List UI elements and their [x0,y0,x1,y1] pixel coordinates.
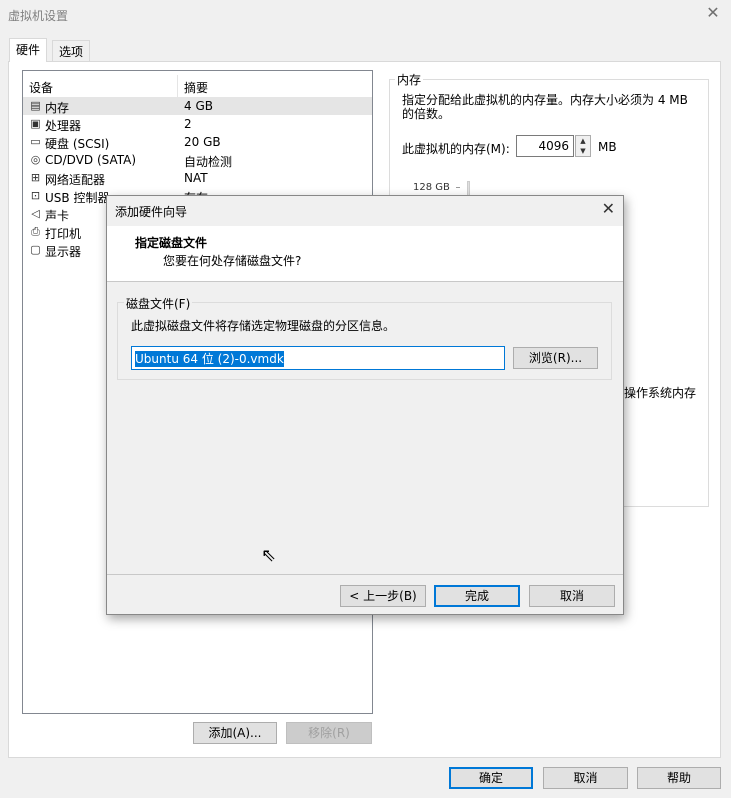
scale-tick [456,187,460,188]
device-name: 处理器 [45,119,82,133]
memory-label: 此虚拟机的内存(M): [402,142,510,156]
disk-file-value: Ubuntu 64 位 (2)-0.vmdk [135,351,284,367]
finish-button[interactable]: 完成 [434,585,520,607]
memory-legend: 内存 [395,71,424,88]
chevron-down-icon[interactable]: ▼ [576,146,590,156]
os-memory-text: 操作系统内存 [624,386,697,400]
device-summary: 20 GB [184,135,221,149]
printer-icon: ⎙ [31,225,40,238]
disk-file-legend: 磁盘文件(F) [124,295,193,312]
device-summary: 2 [184,117,192,131]
help-button[interactable]: 帮助 [637,767,721,789]
dialog-close-icon[interactable]: ✕ [602,201,615,217]
cd-icon: ◎ [30,153,41,166]
dialog-cancel-button[interactable]: 取消 [529,585,615,607]
device-row-disk[interactable]: ▭ 硬盘 (SCSI) 20 GB [23,133,372,151]
add-button[interactable]: 添加(A)... [193,722,277,744]
device-row-network[interactable]: ⊞ 网络适配器 NAT [23,169,372,187]
device-name: 声卡 [45,209,70,223]
device-name: CD/DVD (SATA) [45,153,137,167]
usb-icon: ⊡ [30,189,41,202]
column-summary[interactable]: 摘要 [184,79,208,96]
cpu-icon: ▣ [30,117,41,130]
device-row-cd[interactable]: ◎ CD/DVD (SATA) 自动检测 [23,151,372,169]
column-device[interactable]: 设备 [29,79,53,96]
dialog-heading: 指定磁盘文件 [135,236,208,250]
device-summary: NAT [184,171,208,185]
device-row-memory[interactable]: ▤ 内存 4 GB [23,97,372,115]
device-row-cpu[interactable]: ▣ 处理器 2 [23,115,372,133]
network-icon: ⊞ [30,171,41,184]
tab-options[interactable]: 选项 [52,40,91,61]
device-list-header: 设备 摘要 [23,75,372,97]
device-name: 打印机 [45,227,82,241]
window-title: 虚拟机设置 [8,9,69,23]
memory-spinner[interactable]: ▲ ▼ [575,135,591,157]
disk-icon: ▭ [30,135,41,148]
device-summary: 自动检测 [184,155,233,169]
add-hardware-dialog: 添加硬件向导 ✕ 指定磁盘文件 您要在何处存储磁盘文件? 磁盘文件(F) 此虚拟… [106,195,624,615]
memory-input[interactable]: 4096 [516,135,574,157]
mouse-cursor-icon: ⇖ [261,545,277,566]
tab-hardware[interactable]: 硬件 [9,38,48,62]
sound-icon: ◁ [31,207,40,220]
device-summary: 4 GB [184,99,213,113]
device-name: USB 控制器 [45,191,110,205]
device-name: 硬盘 (SCSI) [45,137,110,151]
cancel-button[interactable]: 取消 [543,767,628,789]
disk-file-description: 此虚拟磁盘文件将存储选定物理磁盘的分区信息。 [131,319,396,333]
memory-scale-top: 128 GB [413,182,450,193]
device-name: 内存 [45,101,70,115]
dialog-subheading: 您要在何处存储磁盘文件? [163,254,302,268]
remove-button[interactable]: 移除(R) [286,722,372,744]
dialog-header: 指定磁盘文件 您要在何处存储磁盘文件? [107,226,623,282]
device-name: 显示器 [45,245,82,259]
disk-file-input[interactable]: Ubuntu 64 位 (2)-0.vmdk [131,346,505,370]
back-button[interactable]: < 上一步(B) [340,585,426,607]
display-icon: ▢ [30,243,41,256]
browse-button[interactable]: 浏览(R)... [513,347,598,369]
dialog-title: 添加硬件向导 [115,205,188,219]
device-name: 网络适配器 [45,173,106,187]
chevron-up-icon[interactable]: ▲ [576,136,590,146]
dialog-separator [107,574,623,575]
ok-button[interactable]: 确定 [449,767,533,789]
close-icon[interactable]: ✕ [705,5,721,21]
memory-unit: MB [598,140,617,154]
memory-icon: ▤ [30,99,41,112]
memory-description: 指定分配给此虚拟机的内存量。内存大小必须为 4 MB 的倍数。 [402,93,688,121]
